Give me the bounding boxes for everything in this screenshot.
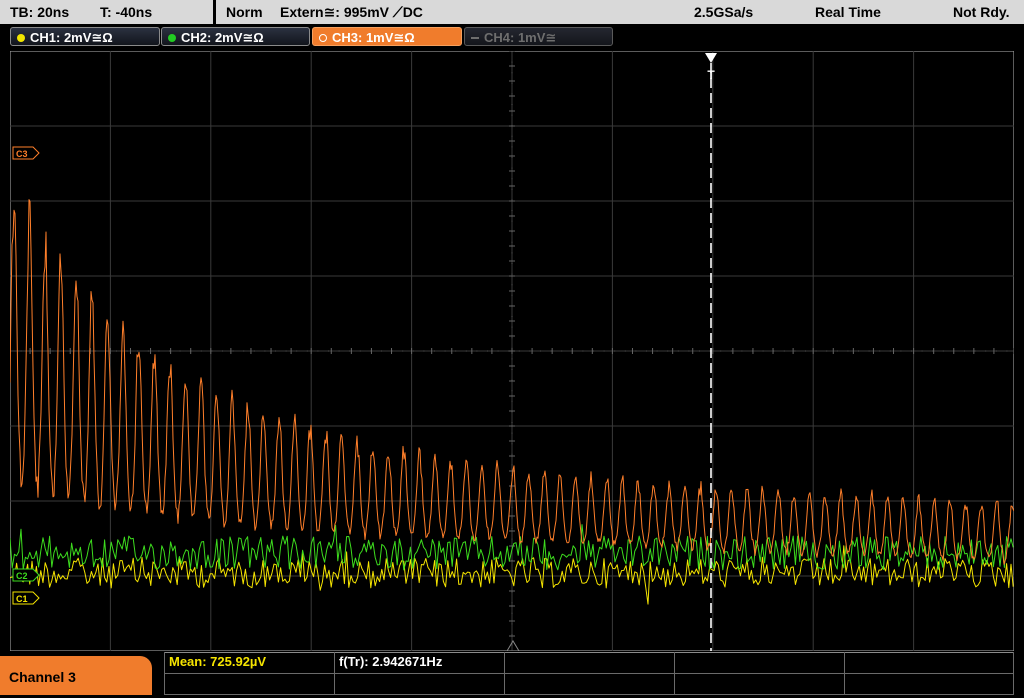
trigger-marker-label: T <box>707 68 715 82</box>
channel-1-marker-label: C1 <box>16 594 28 604</box>
run-state-readout[interactable]: Not Rdy. <box>953 0 1010 24</box>
channel-3-label: CH3: 1mV≅Ω <box>332 30 415 45</box>
timebase-readout[interactable]: TB: 20ns <box>10 0 69 24</box>
measurement-grid <box>164 652 1014 695</box>
channel-1-dot-icon <box>17 34 25 42</box>
channel-2-button[interactable]: CH2: 2mV≅Ω <box>161 27 310 46</box>
status-divider <box>213 0 216 24</box>
channel-bar: CH1: 2mV≅Ω CH2: 2mV≅Ω CH3: 1mV≅Ω CH4: 1m… <box>0 24 1024 50</box>
active-channel-label[interactable]: Channel 3 <box>0 656 152 695</box>
acquisition-mode-readout[interactable]: Real Time <box>815 0 881 24</box>
channel-3-marker-label: C3 <box>16 149 28 159</box>
channel-1-button[interactable]: CH1: 2mV≅Ω <box>10 27 160 46</box>
trigger-source-readout[interactable]: Extern≅: 995mV ⟋DC <box>280 0 423 24</box>
trigger-slope-text: ⟋DC <box>392 4 423 20</box>
channel-4-dash-icon <box>471 37 479 39</box>
channel-3-dot-icon <box>319 34 327 42</box>
channel-1-offset-marker[interactable]: C1 <box>12 591 40 605</box>
channel-2-marker-label: C2 <box>16 571 28 581</box>
channel-4-button[interactable]: CH4: 1mV≅ <box>464 27 613 46</box>
channel-4-label: CH4: 1mV≅ <box>484 30 557 45</box>
waveform-display[interactable]: T C3 C2 C1 <box>10 51 1014 651</box>
status-bar: TB: 20ns T: -40ns Norm Extern≅: 995mV ⟋D… <box>0 0 1024 24</box>
channel-3-button[interactable]: CH3: 1mV≅Ω <box>312 27 462 46</box>
trigger-mode-readout[interactable]: Norm <box>226 0 263 24</box>
channel-2-label: CH2: 2mV≅Ω <box>181 30 264 45</box>
sample-rate-readout[interactable]: 2.5GSa/s <box>694 0 753 24</box>
channel-2-offset-marker[interactable]: C2 <box>12 568 40 582</box>
channel-1-label: CH1: 2mV≅Ω <box>30 30 113 45</box>
trigger-time-readout[interactable]: T: -40ns <box>100 0 152 24</box>
channel-3-offset-marker[interactable]: C3 <box>12 146 40 160</box>
trigger-level-text: Extern≅: 995mV <box>280 4 389 20</box>
channel-2-dot-icon <box>168 34 176 42</box>
